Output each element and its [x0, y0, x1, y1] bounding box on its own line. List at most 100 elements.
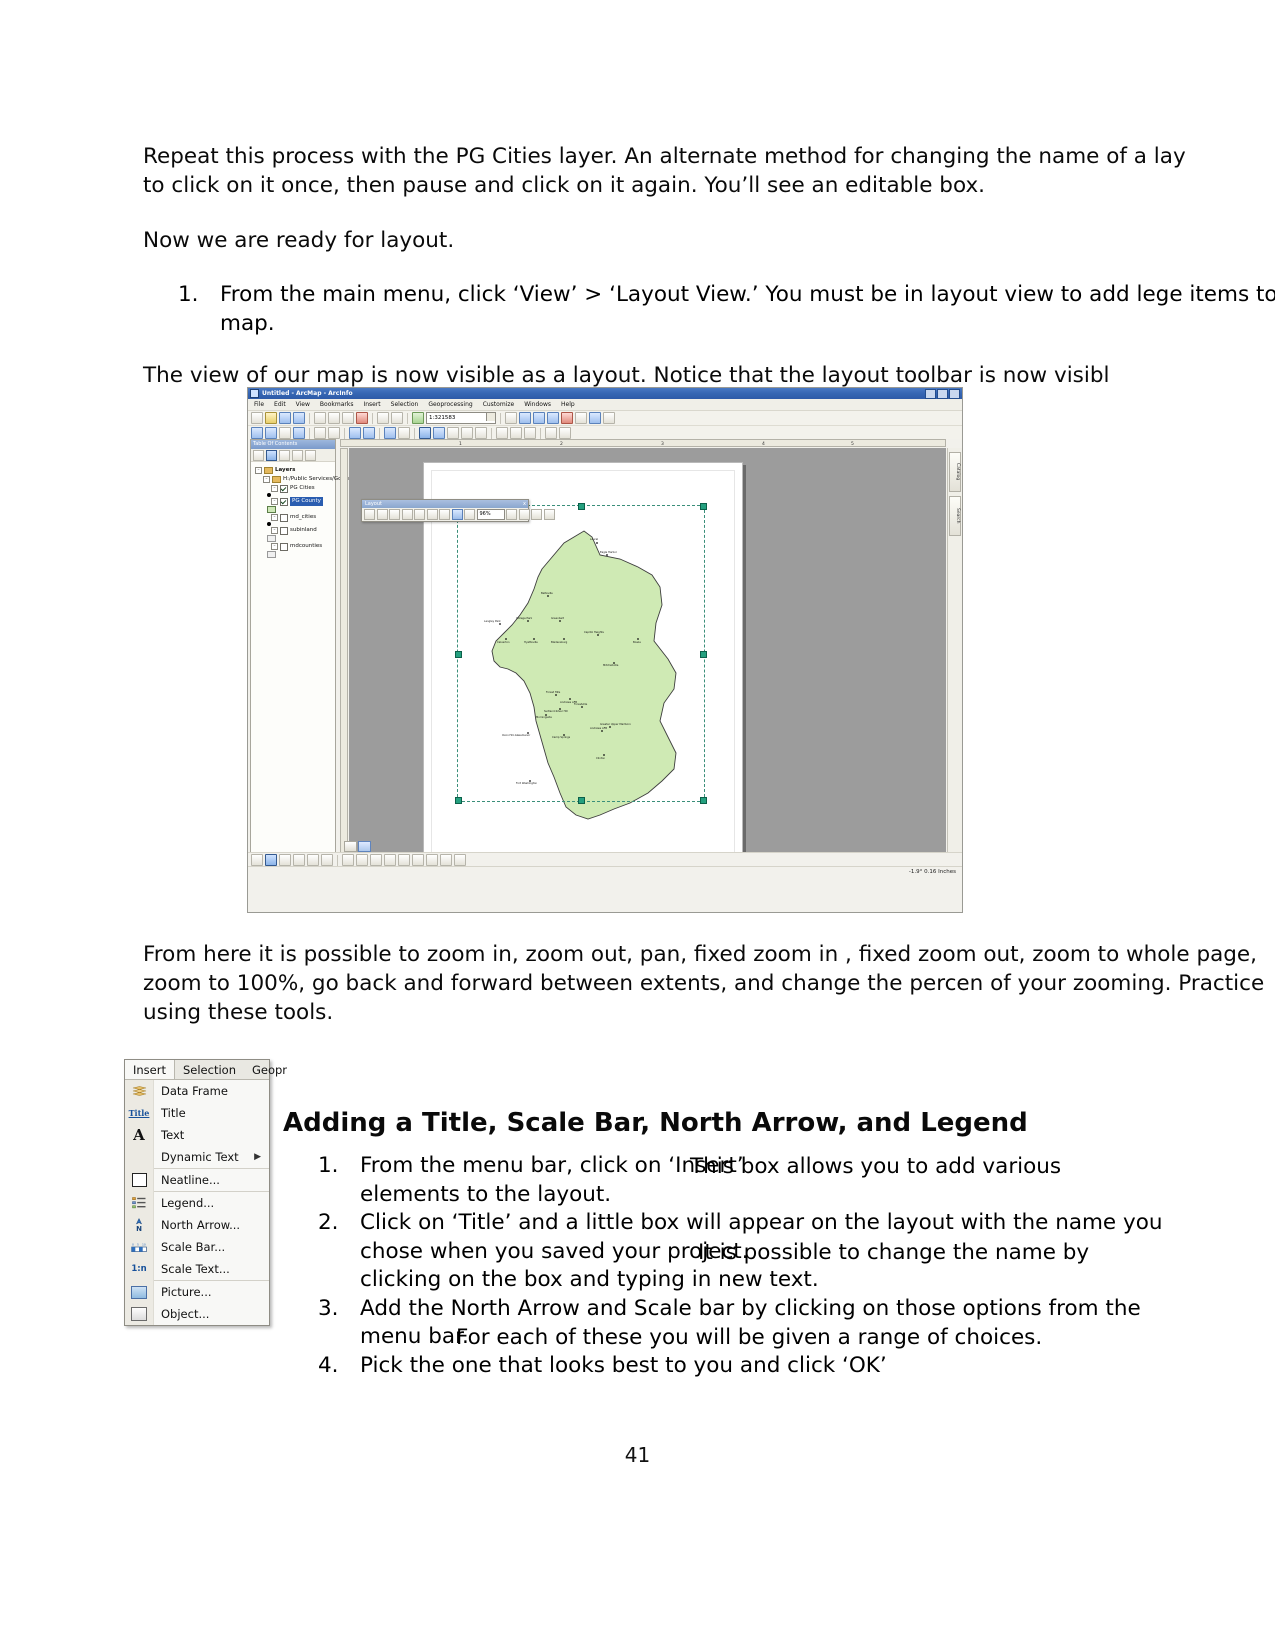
- menu-item-title[interactable]: Title Title: [125, 1102, 269, 1124]
- tree-node-pg-county[interactable]: – PG County: [271, 497, 333, 506]
- python-window-icon[interactable]: [575, 412, 587, 424]
- add-data-icon[interactable]: [412, 412, 424, 424]
- layout-zoom-100-icon[interactable]: [414, 509, 425, 520]
- layer-checkbox[interactable]: [280, 542, 288, 551]
- menu-item-data-frame[interactable]: Data Frame: [125, 1080, 269, 1102]
- menu-item-dynamic-text[interactable]: Dynamic Text ▶: [125, 1146, 269, 1168]
- search-icon[interactable]: [547, 412, 559, 424]
- view-mode-tabs[interactable]: [344, 841, 371, 852]
- expand-icon[interactable]: –: [271, 527, 278, 534]
- list-by-selection-icon[interactable]: [292, 449, 303, 461]
- menu-insert[interactable]: Insert: [363, 401, 380, 408]
- cut-icon[interactable]: [314, 412, 326, 424]
- layout-change-layout-icon[interactable]: [531, 509, 542, 520]
- menu-geoprocessing[interactable]: Geoprocessing: [428, 401, 472, 408]
- data-frame-selection[interactable]: [455, 503, 707, 804]
- layout-go-back-icon[interactable]: [451, 509, 463, 520]
- select-elements-icon[interactable]: [419, 427, 431, 439]
- model-builder-icon[interactable]: [589, 412, 601, 424]
- full-extent-icon[interactable]: [293, 427, 305, 439]
- expand-icon[interactable]: –: [263, 476, 270, 483]
- layout-fixed-zoom-in-icon[interactable]: [426, 509, 438, 520]
- menu-help[interactable]: Help: [561, 401, 575, 408]
- help-pointer-icon[interactable]: [603, 412, 615, 424]
- html-popup-icon[interactable]: [461, 427, 473, 439]
- layout-toolbar[interactable]: Layout x 96%: [361, 499, 555, 522]
- insert-menu-items[interactable]: Data Frame Title Title A Text Dynamic Te…: [125, 1080, 269, 1325]
- menu-item-picture[interactable]: Picture...: [125, 1281, 269, 1303]
- layer-checkbox[interactable]: [280, 513, 288, 522]
- menu-tab-strip[interactable]: Insert Selection Geopr: [125, 1060, 287, 1080]
- editor-toolbar-icon[interactable]: [505, 412, 517, 424]
- layout-go-forward-icon[interactable]: [464, 509, 475, 520]
- search-dock-tab[interactable]: Search: [949, 496, 961, 536]
- fixed-zoom-in-icon[interactable]: [314, 427, 326, 439]
- resize-handle-w[interactable]: [455, 650, 462, 658]
- layout-focus-frame-icon[interactable]: [518, 509, 530, 520]
- pan-icon[interactable]: [279, 427, 291, 439]
- chevron-down-icon[interactable]: [486, 413, 495, 421]
- forward-extent-icon[interactable]: [363, 427, 375, 439]
- find-icon[interactable]: [496, 427, 508, 439]
- layer-checkbox[interactable]: [280, 497, 288, 506]
- menu-file[interactable]: File: [254, 401, 264, 408]
- layout-zoom-percent[interactable]: 96%: [476, 509, 505, 520]
- standard-toolbar[interactable]: 1:321583: [248, 411, 962, 426]
- select-elements-icon[interactable]: [265, 854, 277, 866]
- find-route-icon[interactable]: [510, 427, 522, 439]
- italic-icon[interactable]: [384, 854, 396, 866]
- line-color-icon[interactable]: [321, 854, 333, 866]
- menu-item-north-arrow[interactable]: N North Arrow...: [125, 1214, 269, 1236]
- draw-toolbar[interactable]: [248, 852, 962, 867]
- resize-handle-sw[interactable]: [455, 797, 462, 804]
- layout-view-tab[interactable]: [358, 841, 371, 852]
- menu-item-text[interactable]: A Text: [125, 1124, 269, 1146]
- arctoolbox-icon[interactable]: [561, 412, 573, 424]
- close-icon[interactable]: x: [523, 500, 526, 508]
- table-of-contents-icon[interactable]: [519, 412, 531, 424]
- side-dock-panel[interactable]: Catalog Search: [947, 448, 962, 867]
- menu-item-neatline[interactable]: Neatline...: [125, 1169, 269, 1191]
- toc-toolbar[interactable]: [251, 449, 335, 462]
- tree-node-md-cities[interactable]: – md_cities: [271, 513, 333, 522]
- layer-checkbox[interactable]: [280, 526, 288, 535]
- back-extent-icon[interactable]: [349, 427, 361, 439]
- resize-handle-n[interactable]: [578, 503, 585, 510]
- layout-toolbar-title-bar[interactable]: Layout x: [362, 500, 528, 508]
- hyperlink-icon[interactable]: [447, 427, 459, 439]
- clear-selection-icon[interactable]: [398, 427, 410, 439]
- time-slider-icon[interactable]: [545, 427, 557, 439]
- resize-handle-se[interactable]: [700, 797, 707, 804]
- expand-icon[interactable]: –: [271, 514, 278, 521]
- menu-item-scale-text[interactable]: 1:n Scale Text...: [125, 1258, 269, 1280]
- nudge-icon[interactable]: [454, 854, 466, 866]
- data-view-tab[interactable]: [344, 841, 357, 852]
- zoom-out-icon[interactable]: [265, 427, 277, 439]
- font-size-selector[interactable]: [356, 854, 368, 866]
- layout-pan-icon[interactable]: [389, 509, 400, 520]
- list-by-visibility-icon[interactable]: [279, 449, 290, 461]
- menu-windows[interactable]: Windows: [524, 401, 551, 408]
- undo-icon[interactable]: [377, 412, 389, 424]
- resize-handle-s[interactable]: [578, 797, 585, 804]
- menu-customize[interactable]: Customize: [483, 401, 515, 408]
- catalog-dock-tab[interactable]: Catalog: [949, 452, 961, 492]
- fill-color-icon[interactable]: [307, 854, 319, 866]
- minimize-icon[interactable]: [925, 389, 936, 399]
- rotate-icon[interactable]: [440, 854, 452, 866]
- list-by-source-icon[interactable]: [266, 449, 277, 461]
- zoom-in-icon[interactable]: [251, 427, 263, 439]
- catalog-icon[interactable]: [533, 412, 545, 424]
- paste-icon[interactable]: [342, 412, 354, 424]
- copy-icon[interactable]: [328, 412, 340, 424]
- map-scale-combo[interactable]: 1:321583: [426, 412, 496, 424]
- layout-zoom-whole-page-icon[interactable]: [401, 509, 413, 520]
- font-family-selector[interactable]: [342, 854, 354, 866]
- redo-icon[interactable]: [391, 412, 403, 424]
- new-rectangle-icon[interactable]: [279, 854, 291, 866]
- menu-tab-geoprocessing[interactable]: Geopr: [244, 1060, 295, 1079]
- menu-tab-insert[interactable]: Insert: [125, 1060, 175, 1079]
- go-to-xy-icon[interactable]: [524, 427, 536, 439]
- select-features-icon[interactable]: [384, 427, 396, 439]
- layout-zoom-out-icon[interactable]: [376, 509, 388, 520]
